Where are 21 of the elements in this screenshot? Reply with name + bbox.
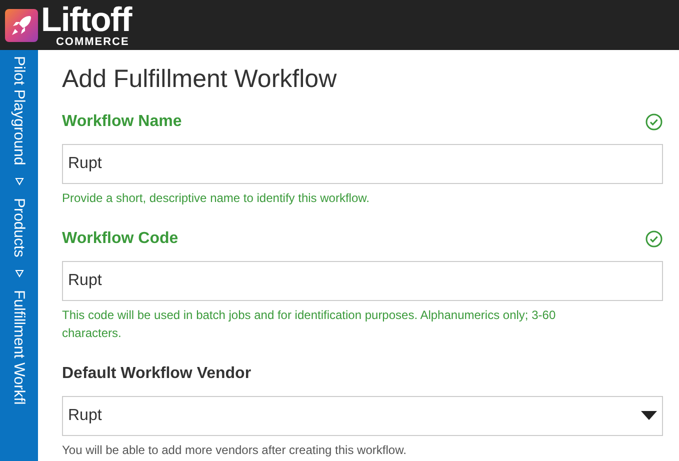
logo-wordmark: Liftoff [41, 2, 132, 36]
field-label: Workflow Code [62, 229, 178, 249]
vendor-dropdown[interactable]: Rupt [62, 396, 663, 436]
rocket-logo-icon [5, 8, 38, 42]
help-text: You will be able to add more vendors after creating this workflow. [62, 442, 408, 459]
help-text: Provide a short, descriptive name to identify this workflow. [62, 190, 370, 207]
input-field[interactable]: Rupt [62, 261, 663, 301]
triangle-icon [14, 177, 24, 186]
input-field[interactable]: Rupt [62, 144, 663, 184]
triangle-icon [14, 269, 24, 278]
breadcrumb-link[interactable]: Products [12, 198, 26, 258]
check-circle-icon [645, 113, 663, 131]
caret-icon [641, 411, 657, 421]
help-text: This code will be used in batch jobs and for identification purposes. Alphanumerics only; 3-60 characters. [62, 307, 557, 342]
field-label: Workflow Name [62, 112, 182, 132]
breadcrumb-link[interactable]: Fulfillment Workfl [12, 290, 26, 406]
field-label: Default Workflow Vendor [62, 364, 252, 384]
logo-subtitle: COMMERCE [56, 36, 130, 48]
page-title: Add Fulfillment Workflow [62, 64, 338, 94]
breadcrumb-link[interactable]: Pilot Playground [12, 56, 26, 166]
check-circle-icon [645, 230, 663, 248]
